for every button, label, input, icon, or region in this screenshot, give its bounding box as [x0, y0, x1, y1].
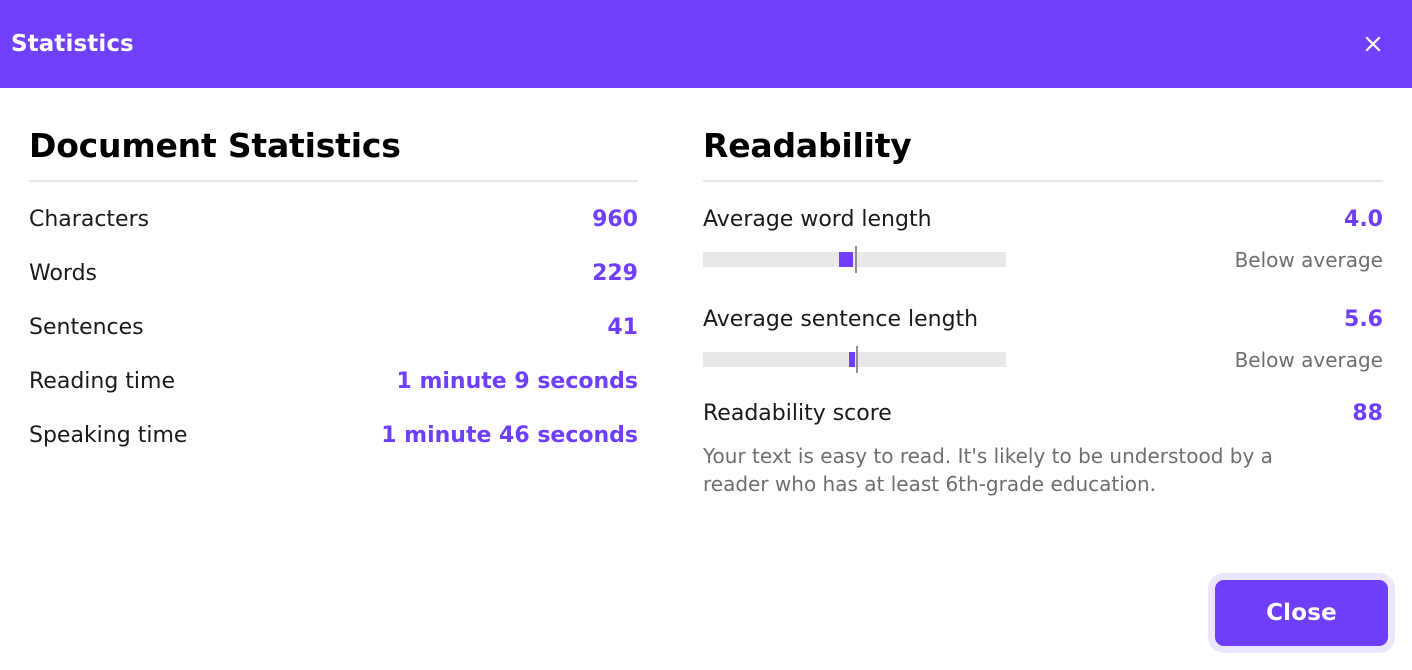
- readability-divider: [703, 179, 1383, 182]
- stat-value-words: 229: [592, 260, 638, 286]
- metric-caption-average-sentence-length: Below average: [1234, 347, 1383, 372]
- metric-label-average-word-length: Average word length: [703, 206, 932, 232]
- metric-row-average-word-length: Average word length 4.0: [703, 193, 1383, 247]
- stat-value-speaking-time: 1 minute 46 seconds: [381, 422, 638, 448]
- readability-score-label: Readability score: [703, 400, 892, 426]
- stat-label-reading-time: Reading time: [29, 368, 175, 394]
- readability-score-description: Your text is easy to read. It's likely t…: [703, 443, 1273, 497]
- metric-caption-average-word-length: Below average: [1234, 247, 1383, 272]
- readability-metrics: Average word length 4.0 Below average Av…: [703, 193, 1383, 500]
- metric-value-average-word-length: 4.0: [1344, 206, 1383, 232]
- meter-track-average-word-length: [703, 246, 1006, 274]
- document-statistics-heading: Document Statistics: [29, 126, 401, 165]
- close-icon[interactable]: [1356, 27, 1390, 61]
- readability-score-value: 88: [1352, 400, 1383, 426]
- stat-label-words: Words: [29, 260, 98, 286]
- stat-label-sentences: Sentences: [29, 314, 144, 340]
- close-button[interactable]: Close: [1215, 580, 1388, 646]
- readability-score-row: Readability score 88: [703, 387, 1383, 441]
- readability-section: Readability Average word length 4.0 Belo…: [703, 88, 1383, 499]
- metric-value-average-sentence-length: 5.6: [1344, 306, 1383, 332]
- stat-label-speaking-time: Speaking time: [29, 422, 188, 448]
- readability-heading: Readability: [703, 126, 912, 165]
- stat-value-characters: 960: [592, 206, 638, 232]
- dialog-title: Statistics: [11, 30, 134, 57]
- metric-meter-row-average-word-length: Below average: [703, 243, 1383, 277]
- table-row: Words 229: [29, 247, 638, 301]
- table-row: Speaking time 1 minute 46 seconds: [29, 409, 638, 463]
- metric-meter-row-average-sentence-length: Below average: [703, 343, 1383, 377]
- meter-fill-average-word-length: [839, 252, 854, 268]
- statistics-dialog: Statistics Document Statistics Character…: [0, 0, 1412, 670]
- stat-value-sentences: 41: [607, 314, 638, 340]
- meter-tick-average-sentence-length: [856, 346, 858, 374]
- table-row: Reading time 1 minute 9 seconds: [29, 355, 638, 409]
- table-row: Sentences 41: [29, 301, 638, 355]
- document-statistics-section: Document Statistics Characters 960 Words…: [29, 88, 638, 463]
- table-row: Characters 960: [29, 193, 638, 247]
- stat-value-reading-time: 1 minute 9 seconds: [396, 368, 639, 394]
- meter-track-average-sentence-length: [703, 346, 1006, 374]
- dialog-titlebar: Statistics: [0, 0, 1412, 88]
- document-statistics-list: Characters 960 Words 229 Sentences 41 Re…: [29, 193, 638, 463]
- meter-tick-average-word-length: [854, 246, 857, 274]
- dialog-body: Document Statistics Characters 960 Words…: [0, 88, 1412, 670]
- stat-label-characters: Characters: [29, 206, 150, 232]
- meter-fill-average-sentence-length: [849, 352, 856, 368]
- metric-row-average-sentence-length: Average sentence length 5.6: [703, 293, 1383, 347]
- metric-label-average-sentence-length: Average sentence length: [703, 306, 979, 332]
- document-statistics-divider: [29, 179, 638, 182]
